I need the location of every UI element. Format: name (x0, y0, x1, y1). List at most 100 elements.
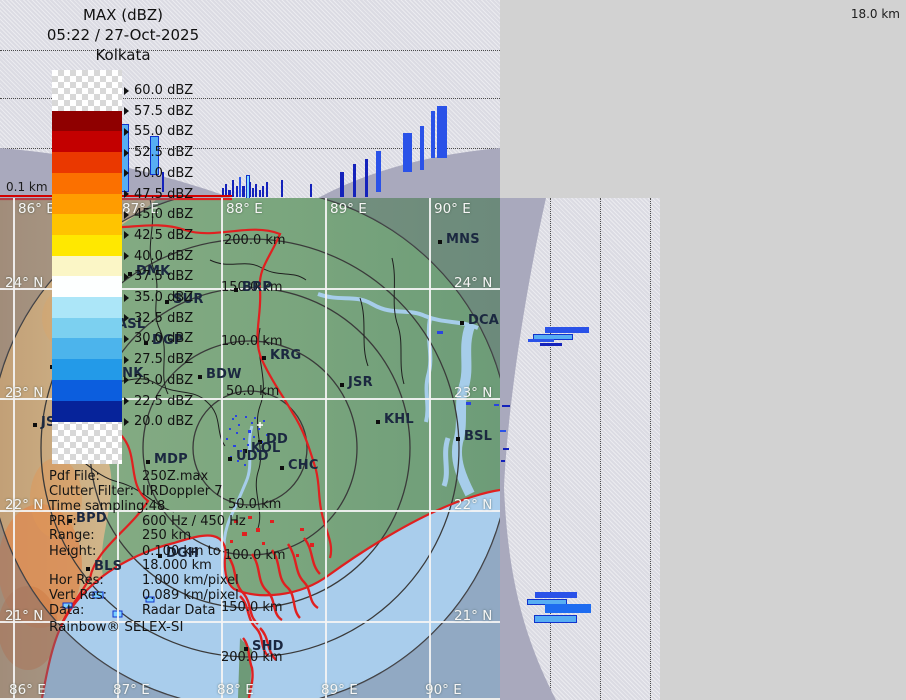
dbz-tick: 30.0 dBZ (124, 331, 193, 346)
dbz-band (52, 235, 122, 256)
echo-profile-bar (501, 460, 505, 462)
dbz-band (52, 338, 122, 359)
dbz-tick-label: 57.5 dBZ (134, 104, 193, 119)
range-ring-label: 50.0 km (226, 384, 279, 399)
echo-profile-bar (540, 343, 562, 346)
echo-profile-bar (545, 327, 589, 333)
echo-profile-bar (376, 151, 381, 192)
tick-arrow-icon (124, 211, 129, 219)
dbz-tick-label: 30.0 dBZ (134, 331, 193, 346)
tick-arrow-icon (124, 335, 129, 343)
tick-arrow-icon (124, 356, 129, 364)
tick-arrow-icon (124, 252, 129, 260)
dbz-band (52, 194, 122, 215)
echo-profile-bar (502, 405, 510, 407)
longitude-label-bottom: 90° E (425, 682, 462, 698)
station-name: Kolkata (0, 46, 246, 64)
latitude-label-left: 24° N (5, 275, 43, 291)
dbz-band (52, 131, 122, 152)
echo-profile-bar (420, 126, 424, 170)
echo-profile-bar (437, 106, 447, 158)
city-label-udd: UDD (236, 449, 269, 464)
dbz-tick: 55.0 dBZ (124, 124, 193, 139)
dbz-tick-label: 50.0 dBZ (134, 166, 193, 181)
city-marker-khl (376, 420, 380, 424)
product-title: MAX (dBZ) (0, 6, 246, 24)
longitude-label-top: 90° E (434, 201, 471, 217)
metadata-label: Vert Res: (49, 588, 107, 603)
city-marker-jsr (340, 383, 344, 387)
tick-arrow-icon (124, 294, 129, 302)
city-label-jsr: JSR (348, 375, 373, 390)
metadata-value: 600 Hz / 450 Hz (142, 514, 246, 529)
dbz-band (52, 152, 122, 173)
metadata-label: Hor Res: (49, 573, 104, 588)
echo-profile-bar (266, 182, 268, 197)
latitude-label-left: 21° N (5, 608, 43, 624)
dbz-colorbar (52, 70, 122, 464)
height-max-label: 18.0 km (851, 7, 900, 21)
dbz-tick: 40.0 dBZ (124, 249, 193, 264)
echo-profile-bar (500, 430, 506, 432)
longitude-label-top: 88° E (226, 201, 263, 217)
longitude-line (221, 198, 223, 698)
dbz-tick: 22.5 dBZ (124, 394, 193, 409)
echo-profile-bar (236, 186, 238, 197)
city-marker-udd (228, 457, 232, 461)
height-min-label: 0.1 km (6, 180, 48, 194)
dbz-band (52, 276, 122, 297)
longitude-label-top: 89° E (330, 201, 367, 217)
metadata-value: IIRDoppler 7 (142, 484, 223, 499)
echo-profile-bar (403, 133, 412, 172)
dbz-tick: 42.5 dBZ (124, 228, 193, 243)
echo-profile-bar (255, 184, 257, 197)
dbz-band (52, 256, 122, 277)
tick-arrow-icon (124, 376, 129, 384)
metadata-label: PRF: (49, 514, 77, 529)
tick-arrow-icon (124, 87, 129, 95)
echo-profile-bar (534, 615, 577, 623)
city-marker-chc (280, 466, 284, 470)
latitude-label-right: 21° N (454, 608, 492, 624)
echo-profile-bar (259, 190, 261, 197)
echo-profile-bar (281, 180, 283, 197)
dbz-tick-label: 40.0 dBZ (134, 249, 193, 264)
dbz-band (52, 111, 122, 132)
tick-arrow-icon (124, 190, 129, 198)
coverage-wedge (500, 198, 660, 700)
metadata-value: 1.000 km/pixel (142, 573, 239, 588)
metadata-row: Time sampling:48 (49, 499, 244, 514)
longitude-label-bottom: 88° E (217, 682, 254, 698)
city-label-mns: MNS (446, 232, 480, 247)
metadata-row: Vert Res:0.089 km/pixel (49, 588, 244, 603)
city-marker-bdw (198, 375, 202, 379)
dbz-tick-label: 45.0 dBZ (134, 207, 193, 222)
tick-arrow-icon (124, 231, 129, 239)
dbz-tick-label: 25.0 dBZ (134, 373, 193, 388)
echo-profile-bar (262, 186, 264, 197)
metadata-row: Range:250 km (49, 528, 244, 543)
city-label-bdw: BDW (206, 367, 242, 382)
echo-profile-bar (503, 448, 509, 450)
echo-profile-bar (232, 180, 234, 197)
dbz-tick-label: 20.0 dBZ (134, 414, 193, 429)
dbz-tick-label: 37.5 dBZ (134, 269, 193, 284)
echo-profile-bar (252, 188, 254, 197)
metadata-value: 250 km (142, 528, 191, 543)
tick-arrow-icon (124, 273, 129, 281)
tick-arrow-icon (124, 128, 129, 136)
latitude-label-right: 22° N (454, 497, 492, 513)
latitude-label-left: 22° N (5, 497, 43, 513)
dbz-tick: 45.0 dBZ (124, 207, 193, 222)
latitude-label-right: 23° N (454, 385, 492, 401)
dbz-band (52, 359, 122, 380)
echo-profile-bar (431, 111, 435, 158)
metadata-label: Pdf File: (49, 469, 100, 484)
dbz-tick: 47.5 dBZ (124, 187, 193, 202)
city-marker-bsl (456, 437, 460, 441)
echo-profile-bar (249, 182, 251, 197)
city-label-brp: BRP (242, 280, 272, 295)
range-ring-label: 200.0 km (224, 233, 286, 248)
tick-arrow-icon (124, 314, 129, 322)
dbz-tick: 27.5 dBZ (124, 352, 193, 367)
